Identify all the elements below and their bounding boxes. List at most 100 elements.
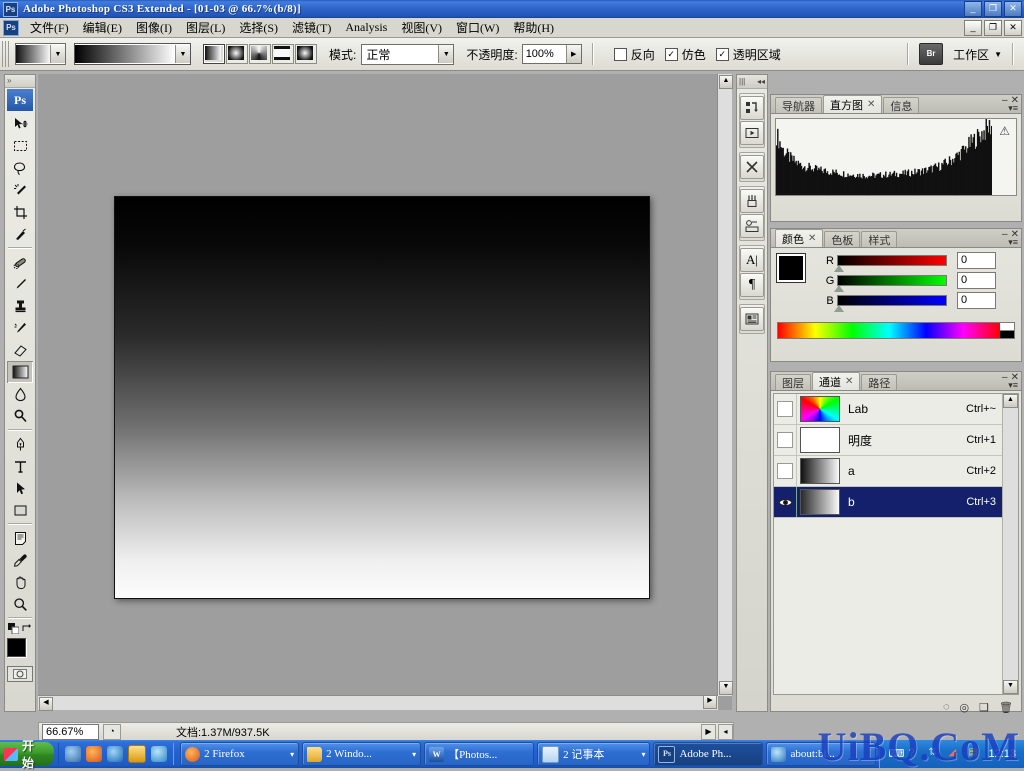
gradient-preset-picker[interactable]: ▼ (15, 43, 66, 65)
expand-dock-icon[interactable]: ◂◂ (757, 77, 765, 86)
opacity-slider-arrow-icon[interactable]: ▶ (565, 45, 581, 63)
firefox-quicklaunch-icon[interactable] (86, 746, 103, 762)
color-minimize-icon[interactable]: – (1002, 229, 1008, 240)
status-resize-grip[interactable]: ◂ (718, 724, 733, 740)
tab-info[interactable]: 信息 (883, 97, 920, 113)
red-value-input[interactable]: 0 (957, 252, 996, 269)
media-player-quicklaunch-icon[interactable] (128, 745, 147, 763)
tab-color-close-icon[interactable]: ✕ (808, 233, 816, 244)
scroll-right-icon[interactable]: ▶ (703, 695, 717, 709)
diamond-gradient-button[interactable] (295, 44, 317, 64)
mini-dock-header[interactable]: ||| ◂◂ (737, 75, 767, 89)
move-tool[interactable] (7, 113, 33, 135)
pen-tool[interactable] (7, 433, 33, 455)
channel-visibility-cell[interactable] (774, 456, 797, 486)
canvas-vertical-scrollbar[interactable]: ▲ ▼ (717, 74, 733, 696)
crop-tool[interactable] (7, 201, 33, 223)
scroll-down-icon[interactable]: ▼ (719, 681, 733, 695)
eraser-tool[interactable] (7, 339, 33, 361)
document-minimize-button[interactable]: _ (964, 20, 982, 36)
bridge-icon[interactable]: Br (919, 43, 944, 65)
angle-gradient-button[interactable] (249, 44, 271, 64)
character-panel-icon[interactable]: A| (740, 248, 764, 272)
paragraph-panel-icon[interactable]: ¶ (740, 273, 764, 297)
green-slider-thumb[interactable] (834, 285, 844, 292)
internet-explorer-quicklaunch-icon[interactable] (107, 746, 124, 762)
reverse-checkbox[interactable]: 反向 (613, 46, 655, 63)
reflected-gradient-button[interactable] (272, 44, 294, 64)
chevron-down-icon[interactable]: ▾ (641, 750, 645, 759)
channels-scroll-up-icon[interactable]: ▲ (1003, 394, 1018, 408)
status-options-arrow-icon[interactable]: ▶ (701, 724, 716, 740)
workspace-button[interactable]: 工作区 ▼ (953, 46, 1002, 63)
color-panel-menu-icon[interactable]: ▾≡ (1008, 237, 1018, 248)
channel-visibility-cell[interactable] (774, 394, 797, 424)
blend-mode-chevron-down-icon[interactable]: ▼ (438, 45, 454, 63)
save-selection-as-channel-icon[interactable]: ◎ (960, 701, 970, 714)
blue-slider-thumb[interactable] (834, 305, 844, 312)
table-row[interactable]: a Ctrl+2 (774, 456, 1018, 487)
tab-channels-close-icon[interactable]: ✕ (845, 376, 853, 387)
green-slider-track[interactable] (834, 275, 947, 292)
menu-analysis[interactable]: Analysis (338, 18, 394, 37)
eye-icon[interactable] (777, 432, 793, 448)
horizontal-type-tool[interactable] (7, 455, 33, 477)
menu-window[interactable]: 窗口(W) (449, 17, 506, 38)
notes-tool[interactable] (7, 527, 33, 549)
clone-stamp-tool[interactable] (7, 295, 33, 317)
histogram-panel-menu-icon[interactable]: ▾≡ (1008, 103, 1018, 114)
tab-swatches[interactable]: 色板 (824, 231, 861, 247)
help-tray-icon[interactable]: ? (908, 747, 922, 761)
menu-edit[interactable]: 编辑(E) (76, 17, 129, 38)
brush-tool[interactable] (7, 273, 33, 295)
canvas-horizontal-scrollbar[interactable]: ◀ ▶ (38, 695, 718, 711)
transparency-checkbox[interactable]: ✓ 透明区域 (715, 46, 781, 63)
scroll-left-icon[interactable]: ◀ (39, 697, 53, 711)
blur-tool[interactable] (7, 383, 33, 405)
menu-filter[interactable]: 滤镜(T) (285, 17, 338, 38)
document-restore-button[interactable]: ❐ (984, 20, 1002, 36)
gradient-tool[interactable] (7, 361, 33, 383)
task-button-photoshop[interactable]: Ps Adobe Ph... (653, 742, 764, 766)
red-slider-thumb[interactable] (834, 265, 844, 272)
chevron-down-icon[interactable]: ▾ (412, 750, 416, 759)
document-icon[interactable]: Ps (3, 19, 19, 36)
image-canvas[interactable] (114, 196, 650, 599)
foreground-background-color[interactable] (7, 638, 35, 666)
spectrum-hues[interactable] (778, 323, 1000, 338)
task-button-notepad[interactable]: 2 记事本 ▾ (537, 742, 651, 766)
hand-tool[interactable] (7, 571, 33, 593)
channels-minimize-icon[interactable]: – (1002, 372, 1008, 383)
history-panel-icon[interactable] (740, 96, 764, 120)
eyedropper-tool[interactable] (7, 549, 33, 571)
menu-image[interactable]: 图像(I) (129, 17, 179, 38)
keyboard-layout-tray-icon[interactable]: ⌨ (888, 747, 904, 761)
eye-icon[interactable] (777, 463, 793, 479)
close-button[interactable]: ✕ (1004, 1, 1022, 17)
messenger-quicklaunch-icon[interactable] (151, 746, 168, 762)
tab-navigator[interactable]: 导航器 (775, 97, 822, 113)
dodge-tool[interactable] (7, 405, 33, 427)
clone-source-panel-icon[interactable] (740, 214, 764, 238)
load-channel-as-selection-icon[interactable]: ◌ (943, 701, 950, 713)
layer-comps-panel-icon[interactable] (740, 307, 764, 331)
taskbar-clock[interactable]: 12:13 (988, 748, 1016, 760)
magic-wand-tool[interactable] (7, 179, 33, 201)
foreground-color-swatch[interactable] (7, 638, 26, 657)
histogram-minimize-icon[interactable]: – (1002, 95, 1008, 106)
tab-histogram-close-icon[interactable]: ✕ (867, 99, 875, 110)
channels-list[interactable]: Lab Ctrl+~ 明度 Ctrl+1 a Ctrl+2 b Ctrl+3 ▲… (773, 393, 1019, 695)
table-row[interactable]: Lab Ctrl+~ (774, 394, 1018, 425)
zoom-level-input[interactable]: 66.67% (42, 724, 99, 740)
new-channel-icon[interactable]: ❑ (979, 701, 989, 714)
tab-layers[interactable]: 图层 (775, 374, 811, 390)
task-button-windows-explorer[interactable]: 2 Windo... ▾ (302, 742, 422, 766)
tab-paths[interactable]: 路径 (861, 374, 898, 390)
channel-visibility-cell[interactable] (774, 425, 797, 455)
gradient-chevron-down-icon[interactable]: ▼ (175, 45, 190, 63)
healing-brush-tool[interactable] (7, 251, 33, 273)
opacity-input[interactable]: 100% ▶ (521, 44, 582, 64)
tab-color[interactable]: 颜色 ✕ (775, 229, 824, 247)
menu-help[interactable]: 帮助(H) (506, 17, 561, 38)
gradient-editor-strip[interactable]: ▼ (74, 43, 191, 65)
